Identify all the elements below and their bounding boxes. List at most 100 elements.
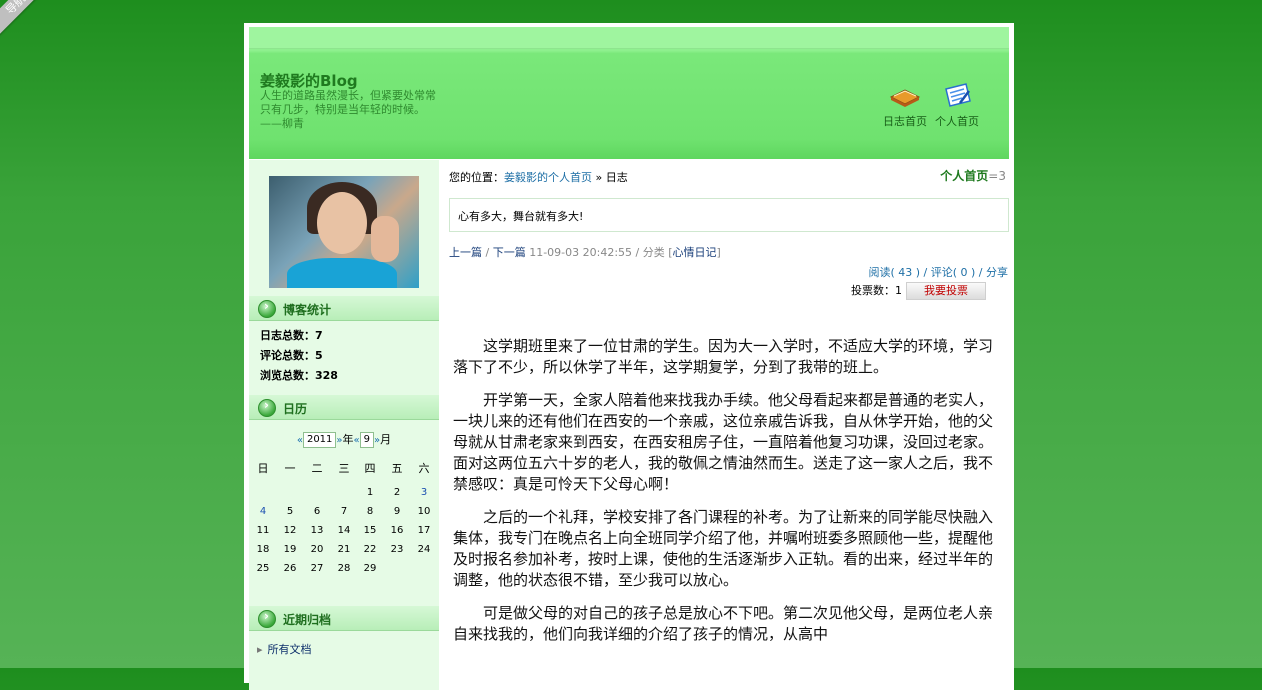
calendar-day[interactable]: 27 — [304, 563, 330, 574]
next-post-link[interactable]: 下一篇 — [493, 246, 526, 259]
nav-corner-tab[interactable]: 导航 — [0, 0, 50, 39]
calendar-day[interactable]: 29 — [357, 563, 383, 574]
year-field[interactable]: 2011 — [302, 432, 337, 448]
post-metrics[interactable]: 阅读( 43 ) / 评论( 0 ) / 分享 — [868, 264, 1008, 280]
nav-diary-home[interactable]: 日志首页 — [883, 81, 927, 129]
book-icon — [889, 89, 921, 107]
nav-personal-home[interactable]: 个人首页 — [935, 81, 979, 129]
calendar-header-label: 日历 — [283, 402, 308, 416]
calendar-grid: 日 一 二 三 四 五 六 1 2 3 4 5 6 7 8 9 10 11 12… — [249, 460, 439, 582]
calendar-day[interactable]: 9 — [384, 506, 410, 517]
main-content: 您的位置：姜毅影的个人首页 » 日志 个人首页=3 心有多大，舞台就有多大! 上… — [439, 160, 1014, 690]
blog-header: 姜毅影的Blog 人生的道路虽然漫长，但紧要处常常只有几步，特别是当年轻的时候。… — [249, 27, 1009, 159]
calendar-day[interactable]: 20 — [304, 544, 330, 555]
post-title: 心有多大，舞台就有多大! — [458, 210, 584, 223]
green-bullet-icon — [258, 609, 276, 628]
nav-diary-label: 日志首页 — [883, 115, 927, 128]
year-suffix: 年 — [342, 433, 354, 446]
avatar-shirt — [287, 258, 397, 288]
green-bullet-icon — [258, 398, 276, 417]
stat-comments: 评论总数：5 — [260, 349, 323, 362]
stat-views: 浏览总数：328 — [260, 369, 338, 382]
vote-area: 投票数：1 我要投票 — [851, 282, 986, 300]
calendar-day[interactable]: 28 — [331, 563, 357, 574]
post-datetime: 11-09-03 20:42:55 — [529, 246, 633, 259]
calendar-day[interactable]: 11 — [250, 525, 276, 536]
prev-post-link[interactable]: 上一篇 — [449, 246, 482, 259]
calendar-day[interactable]: 14 — [331, 525, 357, 536]
calendar-day[interactable]: 21 — [331, 544, 357, 555]
blog-motto: 人生的道路虽然漫长，但紧要处常常只有几步，特别是当年轻的时候。——柳青 — [260, 89, 436, 130]
calendar-day[interactable]: 25 — [250, 563, 276, 574]
green-bullet-icon — [258, 299, 276, 318]
month-field[interactable]: 9 — [359, 432, 375, 448]
archive-header: 近期归档 — [249, 606, 439, 631]
avatar-hand — [371, 216, 399, 262]
weekday-wed: 三 — [338, 462, 350, 475]
breadcrumb-home-link[interactable]: 姜毅影的个人首页 — [504, 171, 592, 184]
calendar-day[interactable]: 7 — [331, 506, 357, 517]
calendar-week-row: 18 19 20 21 22 23 24 — [249, 544, 439, 563]
calendar-day[interactable]: 5 — [277, 506, 303, 517]
post-paragraph: 开学第一天，全家人陪着他来找我办手续。他父母看起来都是普通的老实人，一块儿来的还… — [453, 391, 994, 493]
stats-header-label: 博客统计 — [283, 303, 332, 317]
stats-header: 博客统计 — [249, 296, 439, 321]
blog-page: 姜毅影的Blog 人生的道路虽然漫长，但紧要处常常只有几步，特别是当年轻的时候。… — [244, 23, 1014, 690]
personal-home-icon: =3 — [988, 169, 1006, 183]
post-paragraph: 之后的一个礼拜，学校安排了各门课程的补考。为了让新来的同学能尽快融入集体，我专门… — [453, 508, 994, 589]
weekday-sat: 六 — [418, 462, 430, 475]
nav-home-label: 个人首页 — [935, 115, 979, 128]
calendar-day[interactable]: 17 — [411, 525, 437, 536]
calendar-day[interactable]: 26 — [277, 563, 303, 574]
calendar-day-linked[interactable]: 4 — [250, 506, 276, 517]
calendar-day[interactable]: 19 — [277, 544, 303, 555]
personal-home-label: 个人首页 — [940, 169, 989, 183]
archive-item-all[interactable]: 所有文档 — [257, 641, 312, 657]
calendar-day[interactable]: 13 — [304, 525, 330, 536]
calendar-weekday-row: 日 一 二 三 四 五 六 — [249, 460, 439, 479]
calendar-week-row: 4 5 6 7 8 9 10 — [249, 506, 439, 525]
breadcrumb: 您的位置：姜毅影的个人首页 » 日志 — [449, 169, 628, 185]
header-top-stripe — [249, 27, 1009, 49]
weekday-sun: 日 — [257, 462, 269, 475]
calendar-day[interactable]: 8 — [357, 506, 383, 517]
calendar-day[interactable]: 10 — [411, 506, 437, 517]
blog-title[interactable]: 姜毅影的Blog — [260, 70, 358, 91]
notepad-icon — [945, 83, 971, 107]
calendar-week-row: 25 26 27 28 29 — [249, 563, 439, 582]
calendar-day[interactable]: 22 — [357, 544, 383, 555]
calendar-week-row: 1 2 3 — [249, 487, 439, 506]
calendar-day[interactable]: 16 — [384, 525, 410, 536]
post-paragraph: 这学期班里来了一位甘肃的学生。因为大一入学时，不适应大学的环境，学习落下了不少，… — [453, 337, 994, 376]
calendar-week-row: 11 12 13 14 15 16 17 — [249, 525, 439, 544]
weekday-mon: 一 — [284, 462, 296, 475]
sidebar: 博客统计 日志总数：7 评论总数：5 浏览总数：328 日历 «2011»年«9… — [249, 160, 439, 690]
personal-home-link[interactable]: 个人首页=3 — [940, 167, 1006, 184]
archive-header-label: 近期归档 — [283, 613, 332, 627]
weekday-tue: 二 — [311, 462, 323, 475]
avatar — [269, 176, 419, 288]
calendar-day[interactable]: 6 — [304, 506, 330, 517]
post-body: 这学期班里来了一位甘肃的学生。因为大一入学时，不适应大学的环境，学习落下了不少，… — [453, 336, 1005, 657]
vote-button[interactable]: 我要投票 — [906, 282, 986, 300]
vote-count: 投票数：1 — [851, 284, 902, 297]
weekday-thu: 四 — [364, 462, 376, 475]
calendar-day-linked[interactable]: 3 — [411, 487, 437, 498]
post-title-box: 心有多大，舞台就有多大! — [449, 198, 1009, 232]
breadcrumb-current: 日志 — [605, 171, 628, 184]
post-meta-bar: 上一篇 / 下一篇 11-09-03 20:42:55 / 分类 [心情日记] — [449, 246, 721, 259]
meta-separator: / — [482, 246, 493, 259]
calendar-day[interactable]: 12 — [277, 525, 303, 536]
calendar-day[interactable]: 18 — [250, 544, 276, 555]
stat-posts: 日志总数：7 — [260, 329, 323, 342]
meta-separator: / — [632, 246, 643, 259]
calendar-day[interactable]: 1 — [357, 487, 383, 498]
category-link[interactable]: 心情日记 — [673, 246, 717, 259]
calendar-day[interactable]: 24 — [411, 544, 437, 555]
calendar-controls: «2011 »年« 9 »月 — [249, 431, 439, 448]
calendar-day[interactable]: 2 — [384, 487, 410, 498]
category-label: 分类 — [642, 246, 665, 259]
calendar-day[interactable]: 23 — [384, 544, 410, 555]
weekday-fri: 五 — [391, 462, 403, 475]
calendar-day[interactable]: 15 — [357, 525, 383, 536]
